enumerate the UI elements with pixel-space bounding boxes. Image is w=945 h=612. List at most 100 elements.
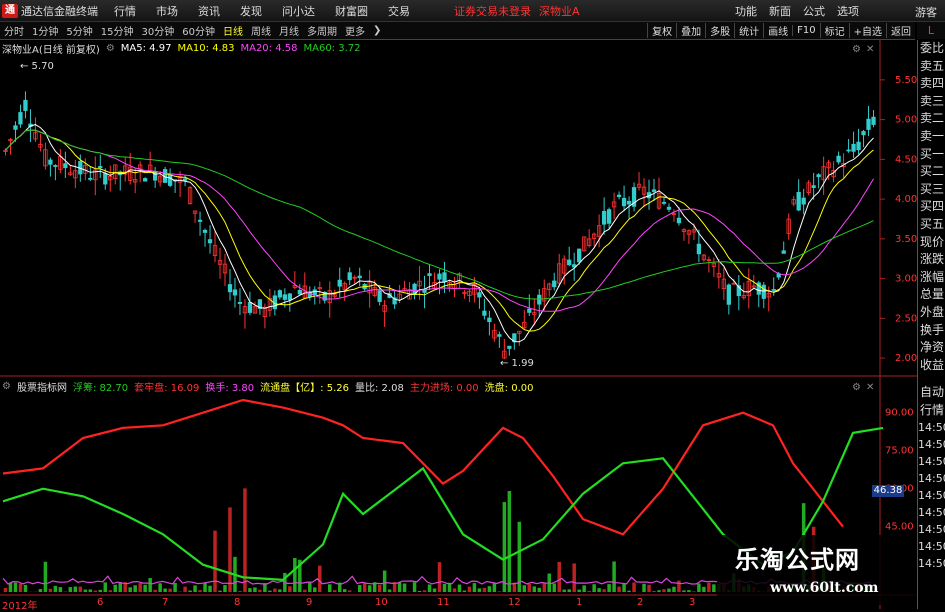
candle-body [802,198,805,204]
volume-bar [657,590,660,592]
candle-body [298,290,301,294]
side-item[interactable]: 行情 [918,402,945,420]
indicator-tick-label: 90.00 [885,408,914,419]
candle-body [872,117,875,124]
volume-bar [333,590,336,592]
volume-bar [288,586,291,592]
x-axis-label: 2012年 [2,597,37,612]
candle-body [104,174,107,185]
menu-news[interactable]: 资讯 [198,3,220,19]
menu-quotes[interactable]: 行情 [114,3,136,19]
menu-wealth[interactable]: 财富圈 [335,3,368,19]
candle-body [488,318,491,322]
candle-body [64,164,67,168]
period-tab-multi[interactable]: 多周期 [307,23,337,38]
volume-bar [208,586,211,592]
x-axis-label: 8 [234,597,240,608]
overlay-button[interactable]: 叠加 [676,23,705,38]
period-tab-daily[interactable]: 日线 [223,23,243,38]
side-item: 委比 [918,40,945,58]
candle-body [168,175,171,186]
more-chevron-icon[interactable]: ❯ [373,25,381,36]
volume-bar [692,591,695,592]
side-item: 买五 [918,216,945,234]
menu-discover[interactable]: 发现 [240,3,262,19]
period-tab-weekly[interactable]: 周线 [251,23,271,38]
candle-body [538,295,541,304]
volume-bar [358,585,361,592]
legend-gear-icon[interactable]: ⚙ [106,43,115,54]
volume-bar [552,583,555,592]
volume-bar [622,584,625,592]
stock-name: 深物业A(日线 前复权) [2,41,100,56]
menu-options[interactable]: 选项 [837,3,859,19]
candle-body [762,285,765,298]
candle-body [483,311,486,315]
add-watchlist-button[interactable]: +自选 [849,23,886,38]
quote-side-panel: 委比 卖五 卖四 卖三 卖二 卖一 买一 买二 买三 买四 买五 现价 涨跌 涨… [917,40,945,609]
mark-button[interactable]: 标记 [820,23,849,38]
volume-bar [188,591,191,592]
volume-bar [318,566,321,592]
volume-bar [577,590,580,592]
indicator-gear-icon[interactable]: ⚙ [2,381,11,392]
indicator-current-value: 46.38 [872,485,904,497]
side-panel-toggle[interactable]: L [917,22,945,39]
guest-user[interactable]: 游客 [915,4,937,20]
candles [4,91,876,359]
menu-function[interactable]: 功能 [735,3,757,19]
volume-bar [19,584,22,592]
app-title: 通达信金融终端 [21,3,98,19]
menu-new-page[interactable]: 新面 [769,3,791,19]
volume-bar [702,587,705,592]
side-item: 卖二 [918,110,945,128]
candle-body [797,192,800,210]
period-tab-15min[interactable]: 15分钟 [101,23,134,38]
period-tab-1min[interactable]: 1分钟 [32,23,58,38]
side-item: 卖四 [918,75,945,93]
period-tab-30min[interactable]: 30分钟 [141,23,174,38]
period-tab-more[interactable]: 更多 [345,23,365,38]
tick-time: 14:50 [918,555,945,572]
multi-stock-button[interactable]: 多股 [705,23,734,38]
indicator-name[interactable]: 股票指标网 [17,379,67,394]
side-item: 卖五 [918,58,945,76]
candle-body [238,302,241,303]
candle-body [313,290,316,295]
close-sub-icon: ✕ [866,382,874,393]
period-tab-intraday[interactable]: 分时 [4,23,24,38]
menu-formula[interactable]: 公式 [803,3,825,19]
volume-bar [74,587,77,592]
f10-button[interactable]: F10 [792,25,819,36]
candle-body [697,244,700,254]
indicator-tick-label: 45.00 [885,522,914,533]
low-annotation: ← 1.99 [500,358,534,369]
volume-bar [263,583,266,592]
volume-bar [572,563,575,592]
volume-bar [378,585,381,592]
volume-bar [118,582,121,592]
side-item[interactable]: 自动 [918,384,945,402]
volume-bar [198,590,201,592]
tick-time: 14:50 [918,504,945,521]
volume-bar [463,591,466,592]
volume-bar [253,587,256,592]
adjust-button[interactable]: 复权 [647,23,676,38]
back-button[interactable]: 返回 [886,23,915,38]
menu-ask[interactable]: 问小达 [282,3,315,19]
login-alert[interactable]: 证券交易未登录 [454,3,531,19]
draw-button[interactable]: 画线 [763,23,792,38]
period-tab-monthly[interactable]: 月线 [279,23,299,38]
period-tab-60min[interactable]: 60分钟 [182,23,215,38]
side-item: 买四 [918,198,945,216]
candle-body [358,276,361,278]
period-tab-5min[interactable]: 5分钟 [66,23,92,38]
stats-button[interactable]: 统计 [734,23,763,38]
volume-bar [557,562,560,592]
candle-body [153,171,156,180]
volume-bar [453,588,456,592]
menu-trade[interactable]: 交易 [388,3,410,19]
menu-market[interactable]: 市场 [156,3,178,19]
candle-body [348,273,351,280]
kline-chart[interactable]: 5.505.004.504.003.503.002.502.00 90.0075… [0,40,917,609]
